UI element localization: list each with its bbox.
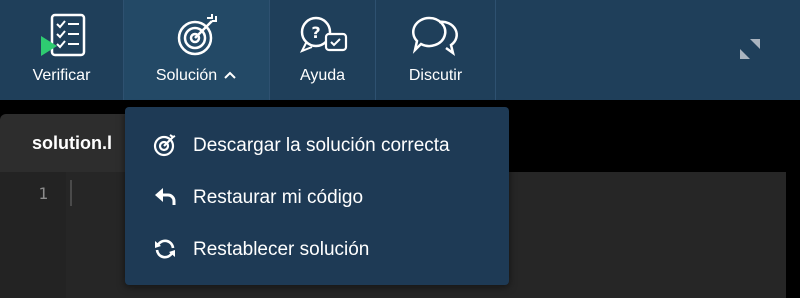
menu-item-download-solution[interactable]: Descargar la solución correcta bbox=[125, 123, 509, 167]
verificar-button[interactable]: Verificar bbox=[0, 0, 124, 100]
menu-item-label: Restablecer solución bbox=[193, 239, 370, 260]
target-check-icon bbox=[153, 133, 177, 157]
solucion-label: Solución bbox=[155, 67, 218, 85]
menu-item-restore-code[interactable]: Restaurar mi código bbox=[125, 175, 509, 219]
svg-text:?: ? bbox=[311, 23, 320, 42]
solucion-label-row: Solución bbox=[156, 66, 237, 86]
menu-item-label: Restaurar mi código bbox=[193, 187, 364, 208]
line-number: 1 bbox=[38, 184, 48, 203]
refresh-icon bbox=[153, 237, 177, 261]
verificar-label: Verificar bbox=[32, 67, 91, 84]
menu-item-label: Descargar la solución correcta bbox=[193, 135, 450, 156]
discutir-label: Discutir bbox=[408, 67, 463, 84]
ayuda-button[interactable]: ? Ayuda bbox=[270, 0, 376, 100]
ayuda-label: Ayuda bbox=[299, 67, 346, 84]
chat-bubbles-icon bbox=[409, 12, 463, 60]
undo-arrow-icon bbox=[153, 185, 177, 209]
discutir-button[interactable]: Discutir bbox=[376, 0, 496, 100]
chevron-up-icon bbox=[223, 66, 237, 86]
file-tab-label: solution.l bbox=[32, 133, 112, 153]
question-chat-icon: ? bbox=[296, 12, 350, 60]
line-number-gutter: 1 bbox=[0, 172, 66, 298]
solution-dropdown-menu: Descargar la solución correcta Restaurar… bbox=[125, 107, 509, 285]
menu-item-reset-solution[interactable]: Restablecer solución bbox=[125, 227, 509, 271]
expand-icon[interactable] bbox=[738, 37, 762, 61]
checklist-play-icon bbox=[35, 12, 89, 60]
target-icon bbox=[170, 12, 224, 60]
solucion-button[interactable]: Solución bbox=[124, 0, 270, 100]
file-tab[interactable]: solution.l bbox=[0, 114, 140, 172]
toolbar: Verificar Solución ? Ayuda Discutir bbox=[0, 0, 800, 100]
text-cursor bbox=[70, 180, 72, 206]
